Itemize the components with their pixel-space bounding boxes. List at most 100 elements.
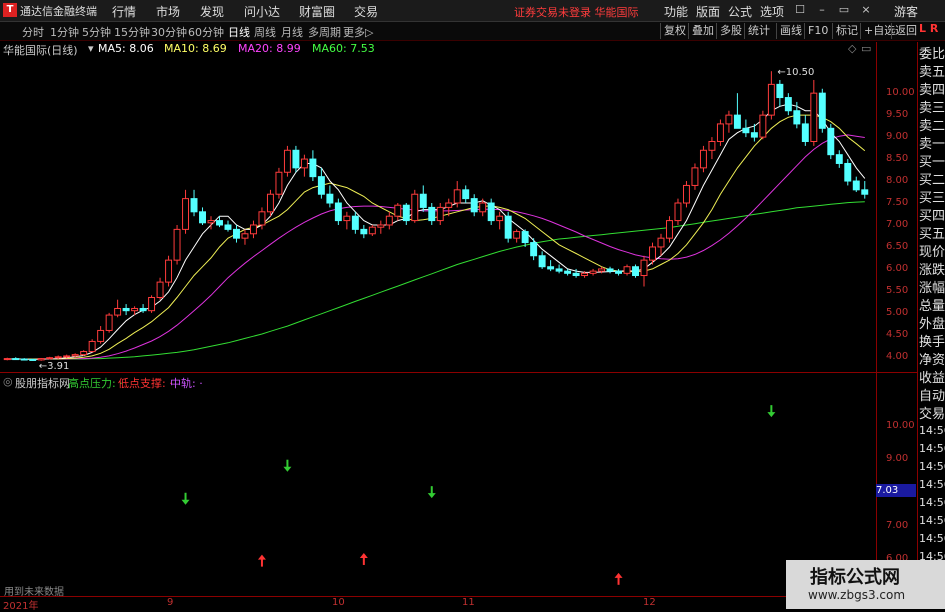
high-pressure-arrow (181, 492, 190, 505)
candle-body (487, 202, 495, 222)
middle-band-label: 中轨: · (170, 377, 203, 390)
candle-body (402, 204, 410, 222)
maximize-icon[interactable]: ▭ (837, 3, 851, 17)
candle-body (436, 206, 444, 222)
quote-label[interactable]: 买四 (919, 208, 945, 226)
quote-label[interactable]: 涨幅 (919, 280, 945, 298)
candle-body (640, 259, 648, 277)
price-tick-label: 7.00 (886, 218, 909, 230)
candle-body (275, 171, 283, 195)
indicator-name[interactable]: 股朋指标网 (15, 375, 70, 391)
date-label-oct: 10 (332, 597, 345, 608)
high-pressure-arrow (427, 486, 436, 499)
menu-item-market[interactable]: 市场 (156, 3, 180, 20)
candle-body (3, 358, 11, 361)
overlay-button[interactable]: 叠加 (688, 23, 717, 39)
quote-label[interactable]: 买一 (919, 154, 945, 172)
multi-stock-button[interactable]: 多股 (716, 23, 745, 39)
adjust-button[interactable]: 复权 (660, 23, 689, 39)
candle-body (12, 358, 20, 361)
menu-item-formula[interactable]: 公式 (728, 3, 752, 20)
quote-label[interactable]: 收益 (919, 370, 945, 388)
price-axis: 10.00 9.50 9.00 8.50 8.00 7.50 7.00 6.50 6.00 5.5… (878, 58, 916, 370)
period-tab-weekly[interactable]: 周线 (254, 24, 276, 40)
candle-body (462, 189, 470, 200)
login-notice[interactable]: 证券交易未登录 华能国际 (514, 4, 639, 20)
candle-body (385, 215, 393, 226)
pane-divider (0, 372, 917, 373)
quote-label[interactable]: 总量 (919, 298, 945, 316)
collapse-icon[interactable]: ▭ (861, 42, 871, 55)
indicator-tick-label: 7.00 (886, 519, 909, 531)
menu-item-function[interactable]: 功能 (664, 3, 688, 20)
close-icon[interactable]: × (859, 3, 873, 17)
user-icon[interactable]: ☐ (793, 3, 807, 17)
quote-label[interactable]: 卖四 (919, 82, 945, 100)
quote-label[interactable]: 换手 (919, 334, 945, 352)
menu-item-trade[interactable]: 交易 (354, 3, 378, 20)
diamond-icon[interactable]: ◇ (848, 42, 856, 55)
quote-label[interactable]: 涨跌 (919, 262, 945, 280)
f10-button[interactable]: F10 (804, 23, 831, 39)
guest-user[interactable]: 游客 (894, 3, 918, 20)
quote-label[interactable]: 净资 (919, 352, 945, 370)
menu-item-quotes[interactable]: 行情 (112, 3, 136, 20)
candle-body (97, 329, 105, 342)
back-button[interactable]: 返回 (891, 23, 920, 39)
period-tab-daily[interactable]: 日线 (228, 24, 250, 40)
date-label-nov: 11 (462, 597, 475, 608)
candle-body (445, 202, 453, 208)
quote-label[interactable]: 委比 (919, 46, 945, 64)
ma-dropdown-icon[interactable]: ▾ (88, 42, 94, 55)
candle-body (564, 270, 572, 274)
candle-body (182, 198, 190, 230)
quote-label[interactable]: 现价 (919, 244, 945, 262)
period-tab-15min[interactable]: 15分钟 (114, 24, 150, 40)
quote-label[interactable]: 外盘 (919, 316, 945, 334)
ma10-label: MA10: 8.69 (164, 42, 227, 55)
candle-body (233, 228, 240, 239)
candle-body (54, 356, 62, 359)
candle-body (581, 272, 589, 277)
indicator-chart (181, 405, 776, 585)
quote-label[interactable]: 卖二 (919, 118, 945, 136)
date-axis (0, 596, 917, 610)
candle-body (793, 110, 801, 125)
indicator-menu-icon[interactable]: ◎ (3, 375, 13, 388)
candle-body (326, 193, 334, 204)
period-tab-intraday[interactable]: 分时 (22, 24, 44, 40)
period-tab-5min[interactable]: 5分钟 (82, 24, 111, 40)
candle-body (479, 202, 487, 213)
quote-label[interactable]: 卖五 (919, 64, 945, 82)
period-tab-multi[interactable]: 多周期 (308, 24, 341, 40)
menu-item-ask[interactable]: 问小达 (244, 3, 280, 20)
candle-body (666, 220, 673, 239)
menu-item-wealth[interactable]: 财富圈 (299, 3, 335, 20)
candle-body (716, 123, 724, 142)
period-tab-more[interactable]: 更多▷ (343, 24, 373, 40)
quote-label[interactable]: 买二 (919, 172, 945, 190)
l2-icon[interactable]: L R (919, 22, 938, 35)
period-tab-monthly[interactable]: 月线 (281, 24, 303, 40)
candle-body (776, 83, 784, 99)
quote-label[interactable]: 卖一 (919, 136, 945, 154)
mark-button[interactable]: 标记 (832, 23, 861, 39)
menu-item-options[interactable]: 选项 (760, 3, 784, 20)
minimize-icon[interactable]: – (815, 3, 829, 17)
period-tab-1min[interactable]: 1分钟 (50, 24, 79, 40)
draw-line-button[interactable]: 画线 (776, 23, 805, 39)
quote-label[interactable]: 自动 (919, 388, 945, 406)
quote-label[interactable]: 买五 (919, 226, 945, 244)
low-support-arrow (614, 572, 623, 585)
low-price-label: ←3.91 (39, 361, 70, 370)
statistics-button[interactable]: 统计 (744, 23, 773, 39)
menu-item-layout[interactable]: 版面 (696, 3, 720, 20)
candle-body (827, 127, 835, 156)
menu-item-discover[interactable]: 发现 (200, 3, 224, 20)
quote-label[interactable]: 卖三 (919, 100, 945, 118)
quote-label[interactable]: 买三 (919, 190, 945, 208)
period-tab-60min[interactable]: 60分钟 (188, 24, 224, 40)
period-tab-30min[interactable]: 30分钟 (151, 24, 187, 40)
candle-body (818, 92, 826, 129)
candle-body (394, 204, 402, 217)
